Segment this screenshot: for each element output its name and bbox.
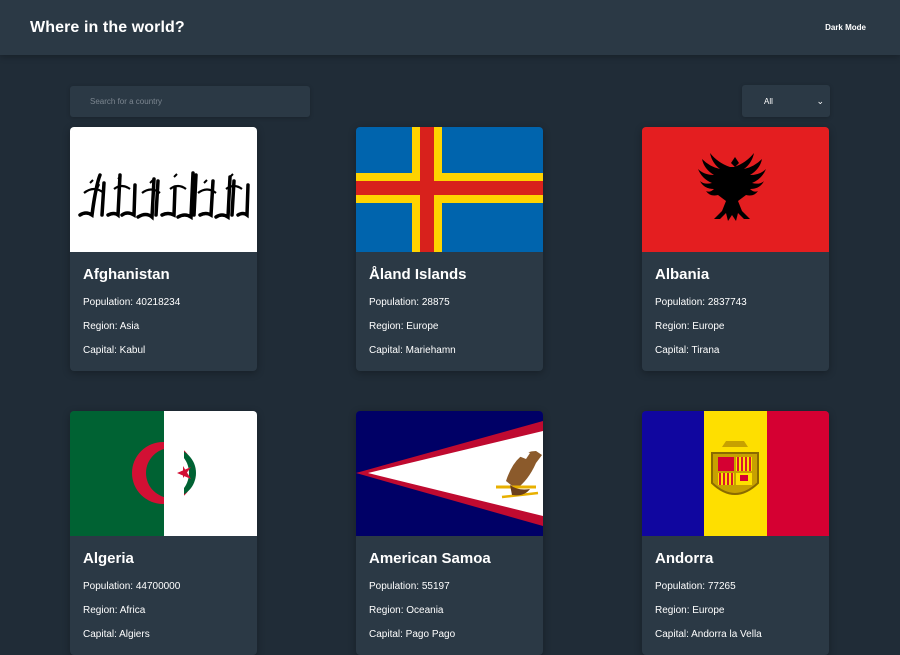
country-population: Population: 40218234 (83, 297, 181, 308)
page-title: Where in the world? (30, 18, 185, 36)
country-card-afghanistan[interactable]: Afghanistan Population: 40218234 Region:… (70, 127, 257, 371)
search-input[interactable] (90, 97, 310, 106)
top-bar: Where in the world? Dark Mode (0, 0, 900, 55)
country-card-albania[interactable]: Albania Population: 2837743 Region: Euro… (642, 127, 829, 371)
country-card-aland-islands[interactable]: Åland Islands Population: 28875 Region: … (356, 127, 543, 371)
country-population: Population: 77265 (655, 581, 736, 592)
country-card-andorra[interactable]: Andorra Population: 77265 Region: Europe… (642, 411, 829, 655)
country-region: Region: Oceania (369, 605, 444, 616)
country-name: Afghanistan (83, 266, 170, 283)
country-capital: Capital: Algiers (83, 629, 150, 640)
search-box[interactable] (70, 86, 310, 117)
country-capital: Capital: Mariehamn (369, 345, 456, 356)
country-name: Andorra (655, 550, 714, 567)
country-capital: Capital: Kabul (83, 345, 146, 356)
aland-flag-icon (356, 127, 543, 252)
dark-mode-toggle[interactable]: Dark Mode (825, 23, 866, 32)
algeria-flag-icon (70, 411, 257, 536)
country-capital: Capital: Pago Pago (369, 629, 456, 640)
country-population: Population: 55197 (369, 581, 450, 592)
country-region: Region: Europe (369, 321, 439, 332)
andorra-flag-icon (642, 411, 829, 536)
region-filter-select[interactable]: All ⌄ (742, 85, 830, 117)
chevron-down-icon: ⌄ (816, 95, 824, 106)
region-filter-value: All (764, 96, 773, 106)
country-region: Region: Europe (655, 321, 725, 332)
country-capital: Capital: Andorra la Vella (655, 629, 762, 640)
american-samoa-flag-icon (356, 411, 543, 536)
country-name: Algeria (83, 550, 134, 567)
country-population: Population: 44700000 (83, 581, 181, 592)
country-population: Population: 28875 (369, 297, 450, 308)
country-region: Region: Asia (83, 321, 140, 332)
country-population: Population: 2837743 (655, 297, 747, 308)
country-name: Åland Islands (369, 266, 467, 283)
country-region: Region: Europe (655, 605, 725, 616)
country-name: Albania (655, 266, 710, 283)
country-capital: Capital: Tirana (655, 345, 720, 356)
country-region: Region: Africa (83, 605, 146, 616)
albania-flag-icon (642, 127, 829, 252)
country-name: American Samoa (369, 550, 491, 567)
country-card-american-samoa[interactable]: American Samoa Population: 55197 Region:… (356, 411, 543, 655)
country-card-algeria[interactable]: Algeria Population: 44700000 Region: Afr… (70, 411, 257, 655)
afghanistan-flag-icon (70, 127, 257, 252)
